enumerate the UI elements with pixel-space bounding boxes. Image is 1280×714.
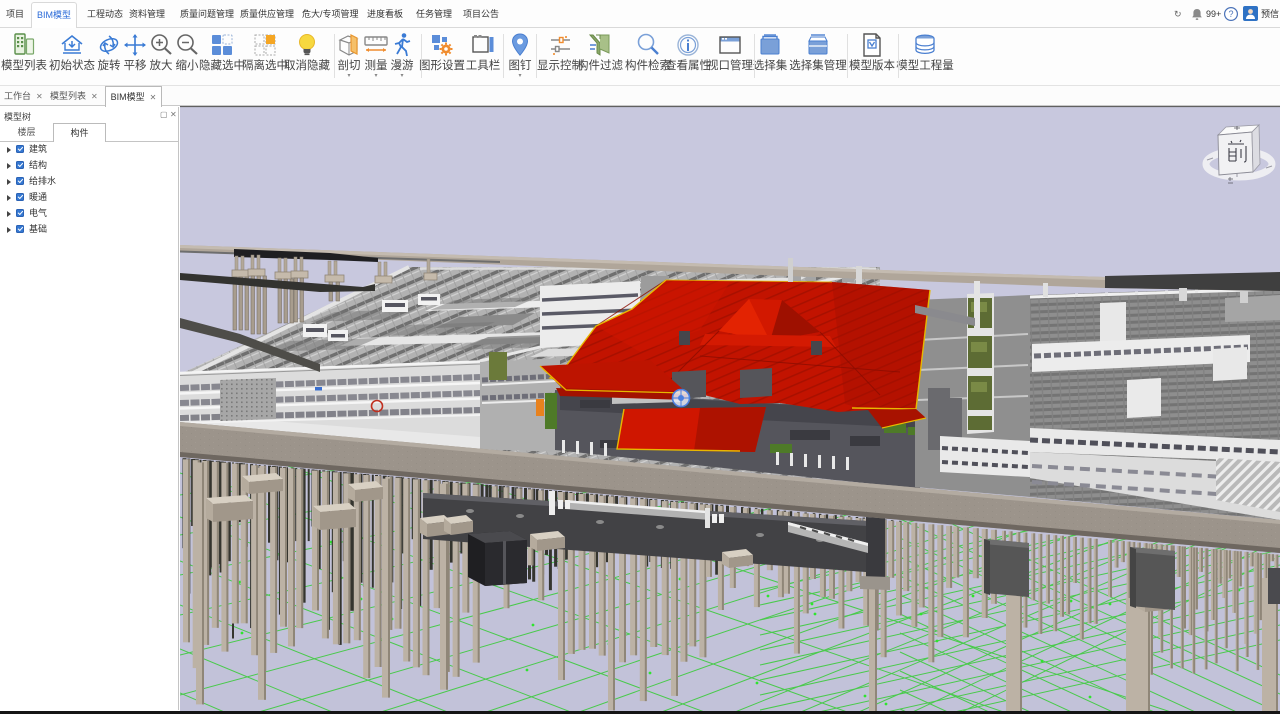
svg-text:?: ? — [1228, 9, 1233, 19]
